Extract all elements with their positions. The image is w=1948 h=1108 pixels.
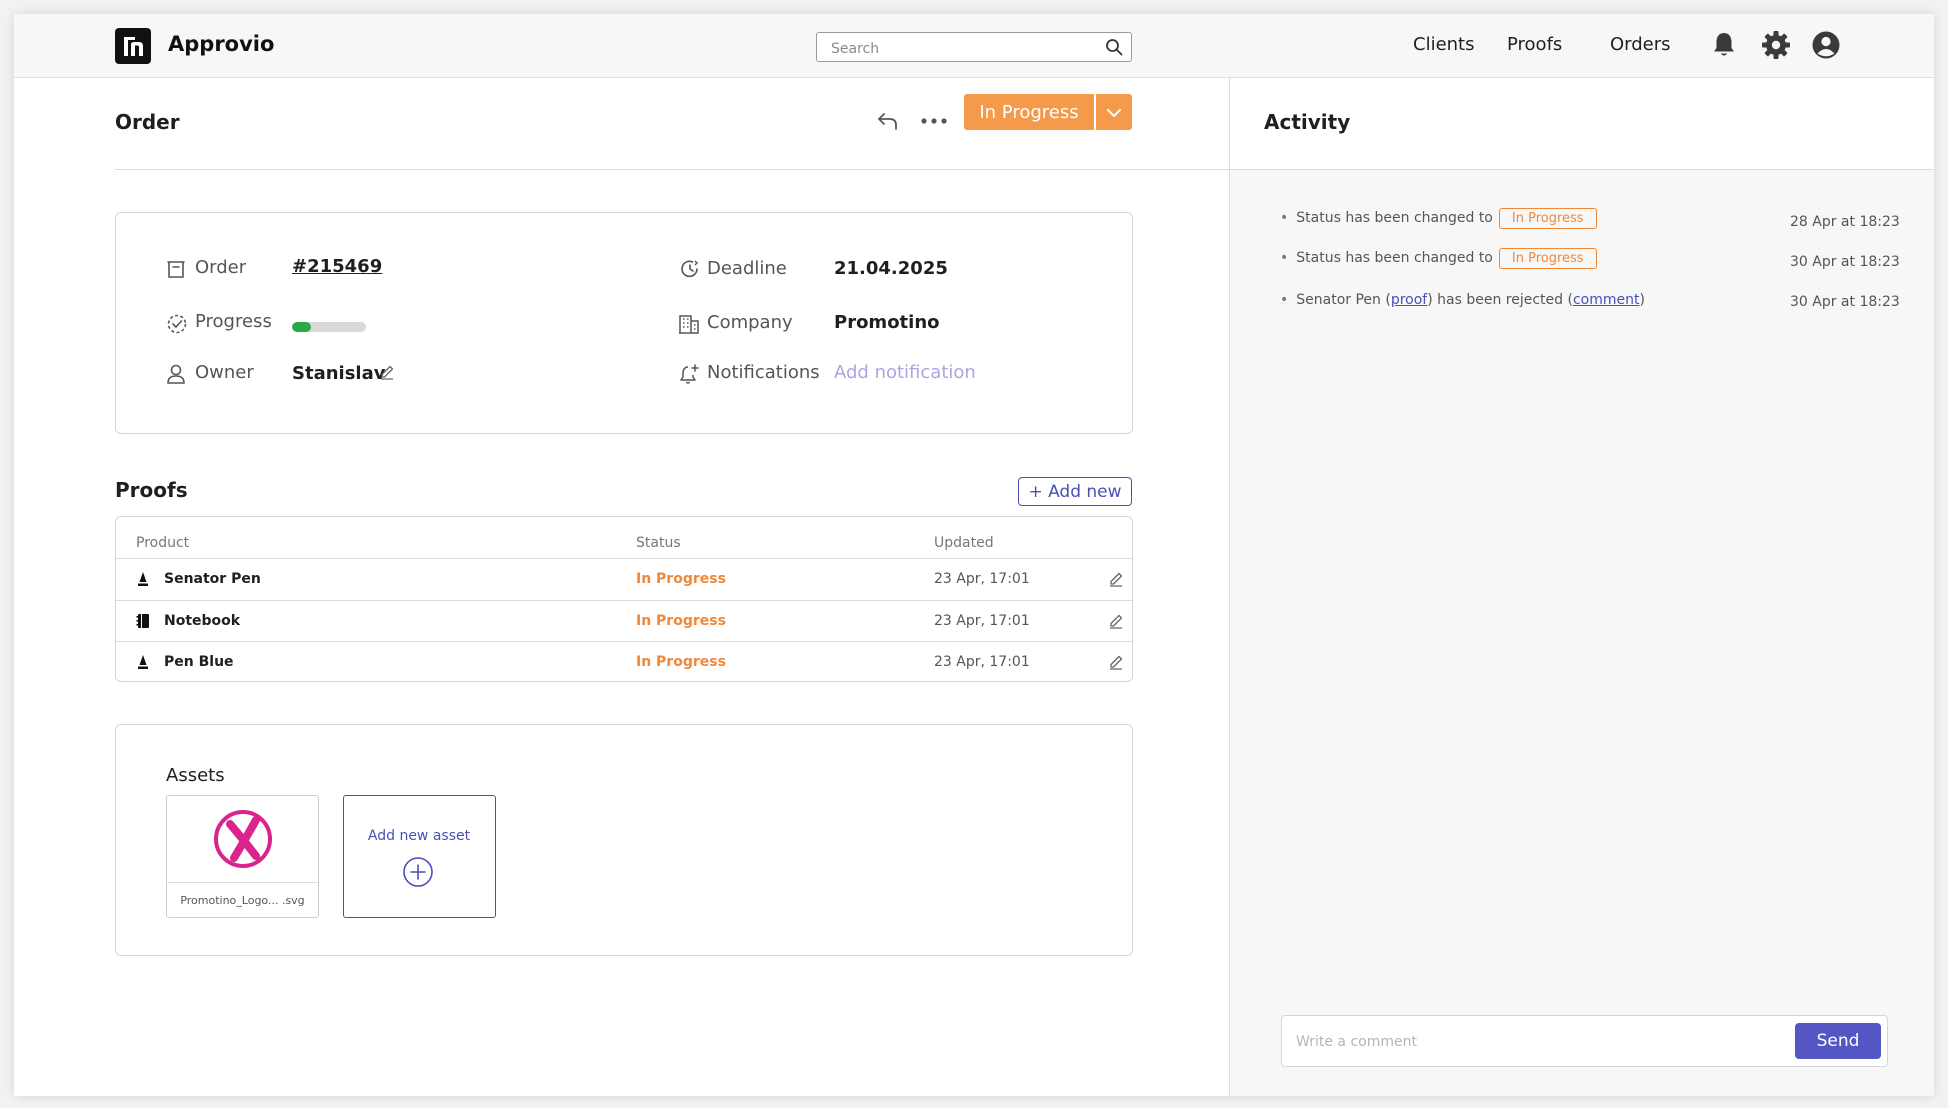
edit-icon[interactable] xyxy=(1108,654,1124,674)
activity-item: • Status has been changed to In Progress xyxy=(1280,248,1597,269)
nav-proofs[interactable]: Proofs xyxy=(1507,34,1562,55)
order-box-icon xyxy=(166,259,186,283)
activity-title: Activity xyxy=(1264,110,1351,134)
bell-icon[interactable] xyxy=(1707,28,1741,62)
product-name: Notebook xyxy=(164,613,241,629)
company-label: Company xyxy=(707,312,793,333)
proof-link[interactable]: proof xyxy=(1391,292,1427,308)
proofs-title: Proofs xyxy=(115,478,188,502)
nav-orders[interactable]: Orders xyxy=(1610,34,1671,55)
updated-time: 23 Apr, 17:01 xyxy=(934,654,1030,670)
deadline-label: Deadline xyxy=(707,258,787,279)
product-name: Pen Blue xyxy=(164,654,234,670)
activity-time: 30 Apr at 18:23 xyxy=(1790,254,1900,270)
assets-card: Assets Promotino_Logo... .svg Add new as… xyxy=(115,724,1133,956)
activity-item: • Status has been changed to In Progress xyxy=(1280,208,1597,229)
product-name: Senator Pen xyxy=(164,571,261,587)
bullet-icon: • xyxy=(1280,250,1289,266)
bullet-icon: • xyxy=(1280,210,1289,226)
owner-value: Stanislav xyxy=(292,363,386,384)
column-header-product: Product xyxy=(136,535,190,551)
deadline-value: 21.04.2025 xyxy=(834,258,948,279)
edit-icon[interactable] xyxy=(1108,571,1124,591)
activity-text-suffix: ) xyxy=(1639,292,1645,308)
pen-icon xyxy=(136,654,150,674)
order-panel: Order In Progress Order #215469 Progress xyxy=(14,78,1229,1096)
activity-header: Activity xyxy=(1230,78,1934,170)
owner-label: Owner xyxy=(195,362,254,383)
order-label: Order xyxy=(195,257,247,278)
bullet-icon: • xyxy=(1280,292,1289,308)
status-badge: In Progress xyxy=(636,571,726,587)
status-dropdown-button[interactable] xyxy=(1096,94,1132,130)
edit-owner-icon[interactable] xyxy=(379,364,395,384)
user-icon xyxy=(166,363,186,389)
account-icon[interactable] xyxy=(1809,28,1843,62)
column-header-updated: Updated xyxy=(934,535,994,551)
header-divider xyxy=(115,169,1229,170)
notebook-icon xyxy=(136,613,150,633)
status-button[interactable]: In Progress xyxy=(964,94,1094,130)
asset-thumbnail[interactable]: Promotino_Logo... .svg xyxy=(166,795,319,918)
search-icon[interactable] xyxy=(1105,38,1123,60)
order-info-card: Order #215469 Progress Owner Stanislav D… xyxy=(115,212,1133,434)
status-badge: In Progress xyxy=(1498,208,1597,229)
more-options-icon[interactable] xyxy=(919,108,949,138)
promotino-logo-image xyxy=(167,796,318,882)
status-badge: In Progress xyxy=(636,613,726,629)
edit-icon[interactable] xyxy=(1108,613,1124,633)
add-asset-button[interactable]: Add new asset xyxy=(343,795,496,918)
comment-input[interactable] xyxy=(1294,1030,1768,1054)
activity-text-middle: ) has been rejected ( xyxy=(1427,292,1573,308)
asset-filename: Promotino_Logo... .svg xyxy=(167,882,318,918)
notifications-label: Notifications xyxy=(707,362,820,383)
plus-circle-icon xyxy=(402,856,434,892)
progress-bar xyxy=(292,322,366,332)
notification-add-icon xyxy=(678,363,700,389)
top-bar: Approvio Clients Proofs Orders xyxy=(14,14,1934,78)
search-box[interactable] xyxy=(816,32,1132,62)
app-logo-icon[interactable] xyxy=(115,28,151,64)
search-input[interactable] xyxy=(829,39,1093,59)
pen-icon xyxy=(136,571,150,591)
deadline-icon xyxy=(679,258,701,284)
nav-clients[interactable]: Clients xyxy=(1413,34,1475,55)
send-button[interactable]: Send xyxy=(1795,1023,1881,1059)
progress-label: Progress xyxy=(195,311,272,332)
activity-text: Status has been changed to xyxy=(1296,250,1493,266)
undo-icon[interactable] xyxy=(875,108,901,138)
progress-icon xyxy=(166,313,188,339)
company-building-icon xyxy=(678,313,700,339)
app-window: Approvio Clients Proofs Orders xyxy=(14,14,1934,1096)
assets-title: Assets xyxy=(166,765,225,786)
add-proof-button[interactable]: + Add new xyxy=(1018,477,1132,506)
activity-panel: Activity • Status has been changed to In P… xyxy=(1230,78,1934,1096)
table-row[interactable]: Notebook In Progress 23 Apr, 17:01 xyxy=(116,600,1132,642)
activity-text-prefix: Senator Pen ( xyxy=(1296,292,1391,308)
table-row[interactable]: Pen Blue In Progress 23 Apr, 17:01 xyxy=(116,641,1132,683)
activity-item: • Senator Pen (proof) has been rejected (… xyxy=(1280,292,1645,308)
activity-time: 28 Apr at 18:23 xyxy=(1790,214,1900,230)
activity-text: Status has been changed to xyxy=(1296,210,1493,226)
updated-time: 23 Apr, 17:01 xyxy=(934,613,1030,629)
comment-link[interactable]: comment xyxy=(1573,292,1640,308)
gear-icon[interactable] xyxy=(1759,28,1793,62)
page-title: Order xyxy=(115,110,180,134)
add-asset-label: Add new asset xyxy=(367,828,471,844)
proofs-table: Product Status Updated Senator Pen In Pr… xyxy=(115,516,1133,682)
comment-box: Send xyxy=(1281,1015,1888,1067)
status-badge: In Progress xyxy=(636,654,726,670)
app-name: Approvio xyxy=(168,32,275,56)
activity-time: 30 Apr at 18:23 xyxy=(1790,294,1900,310)
table-row[interactable]: Senator Pen In Progress 23 Apr, 17:01 xyxy=(116,558,1132,600)
updated-time: 23 Apr, 17:01 xyxy=(934,571,1030,587)
column-header-status: Status xyxy=(636,535,681,551)
status-badge: In Progress xyxy=(1498,248,1597,269)
progress-bar-fill xyxy=(292,322,311,332)
company-value: Promotino xyxy=(834,312,940,333)
order-number-link[interactable]: #215469 xyxy=(292,256,382,277)
add-notification-link[interactable]: Add notification xyxy=(834,362,976,383)
chevron-down-icon xyxy=(1106,103,1122,122)
